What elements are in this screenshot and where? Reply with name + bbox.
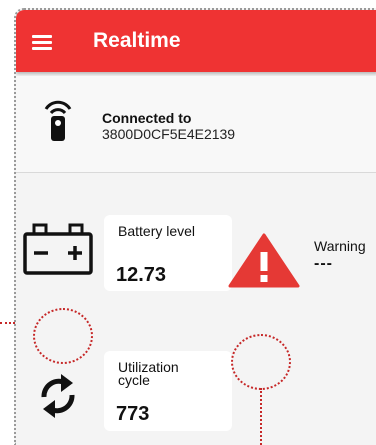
tap-marker-circle	[33, 308, 93, 364]
warning-value: ---	[314, 255, 333, 272]
sync-icon	[41, 374, 75, 418]
divider	[16, 172, 376, 173]
app-screen: Realtime Connected to 3800D0CF5E4E2139 B…	[14, 8, 376, 445]
battery-card: Battery level 12.73	[104, 215, 232, 291]
app-bar: Realtime	[16, 10, 376, 72]
tap-marker-circle	[231, 334, 291, 390]
battery-label: Battery level	[118, 223, 196, 239]
device-id: 3800D0CF5E4E2139	[102, 126, 236, 142]
tap-marker-line	[260, 388, 262, 445]
battery-value: 12.73	[116, 264, 167, 286]
cycle-value: 773	[116, 403, 150, 425]
cycle-card: Utilization cycle 773	[104, 351, 232, 431]
car-battery-icon	[23, 223, 93, 275]
remote-control-icon	[44, 100, 72, 141]
warning-label: Warning	[314, 238, 366, 254]
cycle-label: Utilization cycle	[118, 359, 179, 388]
warning-triangle-icon	[228, 233, 300, 288]
tap-marker-line	[0, 322, 15, 324]
menu-icon[interactable]	[32, 35, 52, 50]
page-title: Realtime	[93, 29, 181, 52]
device-connection-row: Connected to 3800D0CF5E4E2139	[16, 76, 376, 172]
connected-label: Connected to	[102, 110, 192, 126]
